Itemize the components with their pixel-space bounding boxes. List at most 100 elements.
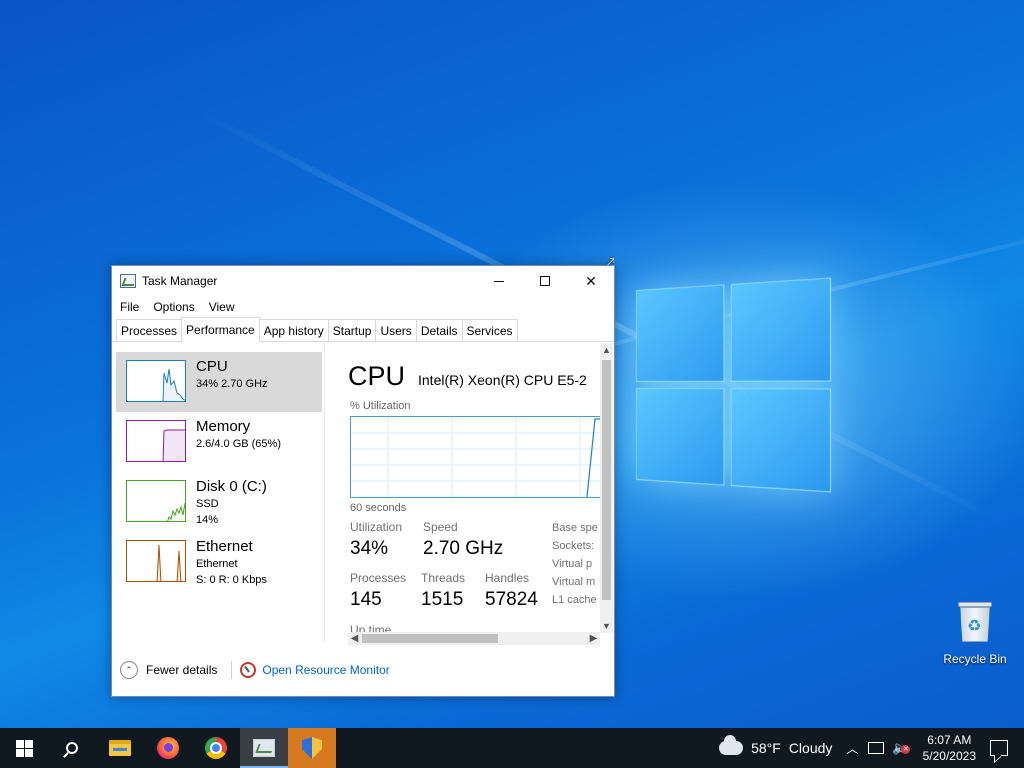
horizontal-scroll-thumb[interactable]: [362, 634, 498, 643]
tab-performance[interactable]: Performance: [181, 317, 260, 342]
volume-muted-icon[interactable]: 🔈✕: [892, 740, 908, 756]
menu-options[interactable]: Options: [153, 300, 194, 314]
search-icon: [66, 742, 78, 754]
scroll-right-icon[interactable]: ▶: [587, 632, 600, 645]
tab-users[interactable]: Users: [375, 319, 416, 341]
chevron-up-icon[interactable]: ⌃: [120, 661, 138, 679]
resource-sidebar: CPU 34% 2.70 GHz Memory 2.6/4.0 GB (65%): [116, 352, 322, 592]
cpu-detail-pane: CPU Intel(R) Xeon(R) CPU E5-2 % Utilizat…: [324, 343, 600, 643]
scroll-up-icon[interactable]: ▲: [600, 343, 613, 357]
sidebar-memory-name: Memory: [196, 418, 281, 435]
disk-thumbnail-graph: [126, 480, 186, 522]
sidebar-disk-name: Disk 0 (C:): [196, 478, 267, 495]
sidebar-item-cpu[interactable]: CPU 34% 2.70 GHz: [116, 352, 322, 412]
system-tray: 58°F Cloudy ︿ 🔈✕ 6:07 AM 5/20/2023: [719, 728, 1024, 768]
taskbar-firefox[interactable]: [144, 728, 192, 768]
cloud-icon[interactable]: [719, 741, 743, 755]
recycle-bin-icon: ♻: [957, 600, 993, 644]
cpu-thumbnail-graph: [126, 360, 186, 402]
side-label-base-speed: Base spe: [552, 522, 598, 534]
footer-separator: [231, 661, 232, 679]
utilization-graph-label: % Utilization: [350, 400, 411, 412]
graph-time-span: 60 seconds: [350, 502, 406, 514]
chevron-up-icon[interactable]: ︿: [846, 740, 858, 757]
sidebar-cpu-usage: 34% 2.70 GHz: [196, 377, 268, 391]
window-footer: ⌃ Fewer details Open Resource Monitor: [120, 661, 390, 679]
clock-time: 6:07 AM: [923, 732, 976, 748]
recycle-bin[interactable]: ♻ Recycle Bin: [940, 600, 1010, 666]
start-button[interactable]: [0, 728, 48, 768]
sidebar-ethernet-name: Ethernet: [196, 538, 267, 555]
stat-processes: Processes 145: [350, 571, 406, 611]
window-title: Task Manager: [142, 274, 217, 288]
chrome-icon: [205, 737, 227, 759]
tab-strip: Processes Performance App history Startu…: [112, 318, 614, 342]
tab-processes[interactable]: Processes: [116, 319, 182, 341]
fewer-details-button[interactable]: Fewer details: [146, 663, 217, 677]
taskbar-task-manager[interactable]: [240, 728, 288, 768]
vertical-scrollbar[interactable]: ▲ ▼: [600, 343, 613, 633]
weather-condition[interactable]: Cloudy: [789, 740, 833, 756]
performance-content: CPU 34% 2.70 GHz Memory 2.6/4.0 GB (65%): [112, 343, 614, 643]
side-label-sockets: Sockets:: [552, 540, 594, 552]
taskbar-uac-prompt[interactable]: [288, 728, 336, 768]
sidebar-memory-usage: 2.6/4.0 GB (65%): [196, 437, 281, 451]
clock[interactable]: 6:07 AM 5/20/2023: [923, 732, 976, 764]
stat-handles: Handles 57824: [485, 571, 538, 611]
windows-start-icon: [16, 740, 33, 757]
side-label-l1-cache: L1 cache: [552, 594, 597, 606]
sidebar-ethernet-adapter: Ethernet: [196, 557, 267, 571]
scroll-down-icon[interactable]: ▼: [600, 619, 613, 633]
sidebar-item-ethernet[interactable]: Ethernet Ethernet S: 0 R: 0 Kbps: [116, 532, 322, 592]
maximize-button[interactable]: [522, 266, 568, 296]
stat-threads: Threads 1515: [421, 571, 465, 611]
tab-startup[interactable]: Startup: [328, 319, 377, 341]
close-icon: ✕: [585, 273, 597, 290]
notification-icon[interactable]: [990, 740, 1008, 756]
search-button[interactable]: [48, 728, 96, 768]
taskbar-file-explorer[interactable]: [96, 728, 144, 768]
sidebar-disk-type: SSD: [196, 497, 267, 511]
folder-icon: [109, 740, 131, 756]
tab-app-history[interactable]: App history: [259, 319, 329, 341]
weather-temperature[interactable]: 58°F: [751, 740, 781, 756]
resource-monitor-icon: [240, 662, 256, 678]
close-button[interactable]: ✕: [568, 266, 614, 296]
sidebar-item-memory[interactable]: Memory 2.6/4.0 GB (65%): [116, 412, 322, 472]
detail-heading: CPU: [348, 361, 405, 392]
task-manager-icon: [120, 274, 136, 288]
maximize-icon: [540, 276, 550, 286]
stat-utilization: Utilization 34%: [350, 520, 402, 560]
open-resource-monitor-link[interactable]: Open Resource Monitor: [262, 663, 389, 677]
sidebar-disk-usage: 14%: [196, 513, 267, 527]
taskbar: 58°F Cloudy ︿ 🔈✕ 6:07 AM 5/20/2023: [0, 728, 1024, 768]
memory-thumbnail-graph: [126, 420, 186, 462]
task-manager-window: Task Manager ✕ File Options View Process…: [111, 265, 615, 697]
network-icon[interactable]: [868, 742, 884, 754]
side-label-virtual-machine: Virtual m: [552, 576, 595, 588]
windows-logo-wallpaper: [636, 278, 831, 493]
firefox-icon: [157, 737, 179, 759]
minimize-button[interactable]: [476, 266, 522, 296]
side-label-virtual-processors: Virtual p: [552, 558, 592, 570]
recycle-bin-label: Recycle Bin: [940, 652, 1010, 666]
sidebar-item-disk[interactable]: Disk 0 (C:) SSD 14%: [116, 472, 322, 532]
clock-date: 5/20/2023: [923, 748, 976, 764]
stat-speed: Speed 2.70 GHz: [423, 520, 503, 560]
horizontal-scrollbar[interactable]: ◀ ▶: [348, 632, 600, 645]
title-bar[interactable]: Task Manager ✕: [112, 266, 614, 296]
ethernet-thumbnail-graph: [126, 540, 186, 582]
taskbar-chrome[interactable]: [192, 728, 240, 768]
menu-view[interactable]: View: [209, 300, 235, 314]
shield-icon: [302, 737, 322, 759]
tab-details[interactable]: Details: [416, 319, 463, 341]
cpu-utilization-graph: [350, 416, 600, 498]
minimize-icon: [494, 281, 504, 282]
task-manager-icon: [253, 739, 275, 757]
menu-file[interactable]: File: [120, 300, 139, 314]
cpu-model-name: Intel(R) Xeon(R) CPU E5-2: [418, 372, 587, 388]
menu-bar: File Options View: [112, 296, 614, 318]
tab-services[interactable]: Services: [462, 319, 518, 341]
vertical-scroll-thumb[interactable]: [602, 360, 611, 600]
scroll-left-icon[interactable]: ◀: [348, 632, 361, 645]
